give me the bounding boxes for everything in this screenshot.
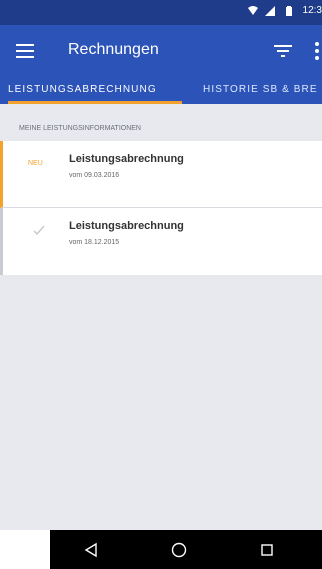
signal-icon bbox=[265, 6, 275, 16]
list-item-title: Leistungsabrechnung bbox=[69, 220, 184, 232]
wifi-icon bbox=[248, 6, 258, 15]
list-item-date: vom 09.03.2016 bbox=[69, 172, 120, 179]
page-title: Rechnungen bbox=[68, 41, 159, 58]
home-icon[interactable] bbox=[170, 541, 188, 559]
list-item-date: vom 18.12.2015 bbox=[69, 239, 120, 246]
app-bar: Rechnungen bbox=[0, 25, 322, 81]
filter-icon[interactable] bbox=[271, 39, 295, 63]
main-content: MEINE LEISTUNGSINFORMATIONEN NEU Leistun… bbox=[0, 104, 322, 530]
list-item[interactable]: Leistungsabrechnung vom 18.12.2015 bbox=[0, 208, 322, 275]
status-time: 12:3 bbox=[302, 5, 322, 16]
tab-historie-sb-bre[interactable]: HISTORIE SB & BRE bbox=[203, 84, 318, 96]
menu-icon[interactable] bbox=[14, 39, 38, 63]
more-icon[interactable] bbox=[309, 39, 322, 63]
check-icon bbox=[33, 225, 45, 236]
new-badge: NEU bbox=[28, 160, 43, 167]
section-title: MEINE LEISTUNGSINFORMATIONEN bbox=[19, 125, 141, 132]
screen-edge-background bbox=[0, 530, 50, 569]
battery-icon bbox=[286, 6, 292, 16]
status-bar: 12:3 bbox=[0, 0, 322, 25]
back-icon[interactable] bbox=[82, 541, 100, 559]
recents-icon[interactable] bbox=[258, 541, 276, 559]
list-item[interactable]: NEU Leistungsabrechnung vom 09.03.2016 bbox=[0, 141, 322, 208]
app-screen: 12:3 Rechnungen LEISTUNGSABRECHNUNG HIST… bbox=[0, 0, 322, 569]
tab-bar: LEISTUNGSABRECHNUNG HISTORIE SB & BRE bbox=[0, 81, 322, 104]
tab-leistungsabrechnung[interactable]: LEISTUNGSABRECHNUNG bbox=[8, 84, 157, 96]
list-item-title: Leistungsabrechnung bbox=[69, 153, 184, 165]
